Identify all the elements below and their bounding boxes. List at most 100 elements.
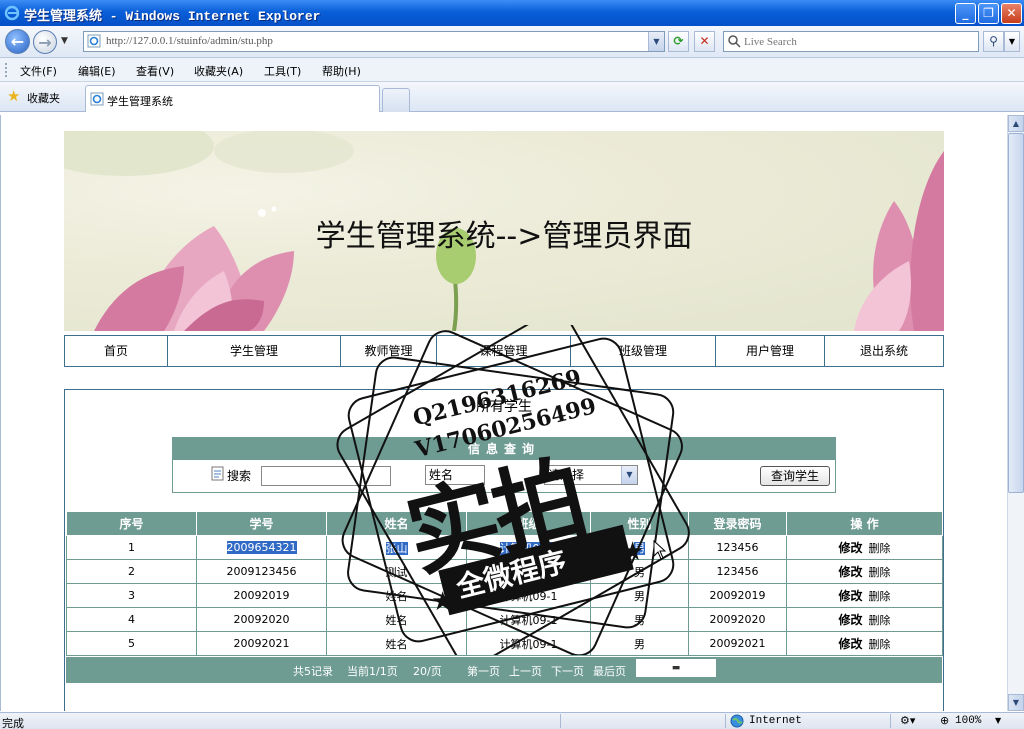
pager-next[interactable]: 下一页: [551, 663, 584, 679]
zoom-level[interactable]: 100%: [955, 715, 981, 727]
address-toolbar: ← → ▼ http://127.0.0.1/stuinfo/admin/stu…: [0, 26, 1024, 58]
close-window-button[interactable]: ✕: [1001, 3, 1022, 24]
minimize-button[interactable]: _: [955, 3, 976, 24]
cell: 2009123456: [196, 559, 327, 584]
search-options-icon[interactable]: ▼: [1004, 31, 1020, 52]
cell: 123456: [688, 559, 787, 584]
cell: 计算机09-1: [466, 583, 591, 608]
security-zone: Internet: [749, 715, 802, 727]
ie-logo-icon: [4, 5, 20, 21]
cell-selected: 男: [634, 541, 645, 555]
favorites-star-icon[interactable]: ★: [7, 89, 20, 104]
edit-link[interactable]: 修改: [838, 565, 862, 579]
address-dropdown-icon[interactable]: ▼: [648, 32, 664, 51]
vertical-scrollbar[interactable]: ▲ ▼: [1007, 115, 1024, 711]
edit-link[interactable]: 修改: [838, 637, 862, 651]
url-text[interactable]: http://127.0.0.1/stuinfo/admin/stu.php: [106, 35, 273, 47]
history-dropdown-icon[interactable]: ▼: [61, 36, 68, 46]
address-field[interactable]: http://127.0.0.1/stuinfo/admin/stu.php ▼: [83, 31, 665, 52]
menu-edit[interactable]: 编辑(E): [78, 63, 116, 79]
delete-link[interactable]: 删除: [869, 542, 891, 555]
cell: 5: [66, 631, 197, 656]
nav-teacher-management[interactable]: 教师管理: [341, 336, 437, 366]
query-student-button[interactable]: 查询学生: [760, 466, 830, 486]
col-header: 登录密码: [688, 511, 787, 536]
edit-link[interactable]: 修改: [838, 541, 862, 555]
table-row: 5 20092021 姓名 计算机09-1 男 20092021 修改 删除: [66, 631, 943, 656]
menu-view[interactable]: 查看(V): [136, 63, 174, 79]
menu-file[interactable]: 文件(F): [20, 63, 57, 79]
table-row: 2 2009123456 测试 计算机09-3 男 123456 修改 删除: [66, 559, 943, 584]
edit-link[interactable]: 修改: [838, 613, 862, 627]
col-header: 姓名: [326, 511, 467, 536]
stop-icon[interactable]: ✕: [694, 31, 715, 52]
pager-prev[interactable]: 上一页: [509, 663, 542, 679]
main-nav: 首页 学生管理 教师管理 课程管理 班级管理 用户管理 退出系统: [64, 335, 944, 367]
nav-class-management[interactable]: 班级管理: [571, 336, 716, 366]
cell: 男: [590, 535, 689, 560]
back-button[interactable]: ←: [5, 29, 30, 54]
menu-help[interactable]: 帮助(H): [322, 63, 361, 79]
zoom-icon[interactable]: ⊕: [940, 714, 949, 727]
protected-mode-icon[interactable]: ⚙▾: [900, 714, 915, 727]
refresh-icon[interactable]: ⟳: [668, 31, 689, 52]
delete-link[interactable]: 删除: [869, 590, 891, 603]
edit-link[interactable]: 修改: [838, 589, 862, 603]
page-icon: [87, 34, 101, 48]
nav-course-management[interactable]: 课程管理: [437, 336, 571, 366]
live-search-input[interactable]: [744, 34, 974, 49]
cell: 20092021: [688, 631, 787, 656]
cell: 男: [590, 631, 689, 656]
cell: 计算机09-3: [466, 559, 591, 584]
pager-total: 共5记录: [293, 665, 333, 678]
pager-first[interactable]: 第一页: [467, 663, 500, 679]
delete-link[interactable]: 删除: [869, 638, 891, 651]
cell: 姓名: [326, 607, 467, 632]
search-field-select[interactable]: 姓名: [425, 465, 485, 485]
search-go-icon[interactable]: ⚲: [983, 31, 1004, 52]
cell-selected: 张山: [385, 541, 408, 555]
new-tab-button[interactable]: [382, 88, 410, 112]
search-panel-header: 信息查询: [173, 438, 835, 460]
nav-home[interactable]: 首页: [65, 336, 168, 366]
zoom-dropdown-icon[interactable]: ▼: [995, 716, 1001, 725]
col-header: 学号: [196, 511, 327, 536]
internet-zone-icon: [730, 714, 744, 728]
tab-current[interactable]: 学生管理系统: [85, 85, 380, 112]
delete-link[interactable]: 删除: [869, 614, 891, 627]
cell: 男: [590, 607, 689, 632]
cell: 测试: [326, 559, 467, 584]
cell: 2: [66, 559, 197, 584]
content-panel: 所有学生 信息查询 搜索 姓名 请选择 ▼ 查询学生 序号 学号 姓名 班级 性…: [64, 389, 944, 711]
page-viewport: 学生管理系统-->管理员界面 首页 学生管理 教师管理 课程管理 班级管理 用户…: [0, 115, 1007, 711]
class-select[interactable]: 请选择 ▼: [544, 465, 638, 485]
menu-tools[interactable]: 工具(T): [264, 63, 301, 79]
cell: 计算机09-1: [466, 631, 591, 656]
nav-logout[interactable]: 退出系统: [825, 336, 943, 366]
nav-student-management[interactable]: 学生管理: [168, 336, 341, 366]
pager-last[interactable]: 最后页: [593, 663, 626, 679]
delete-link[interactable]: 删除: [869, 566, 891, 579]
table-row: 4 20092020 姓名 计算机09-1 男 20092020 修改 删除: [66, 607, 943, 632]
scroll-down-icon[interactable]: ▼: [1008, 694, 1024, 711]
status-separator: [560, 714, 561, 728]
search-doc-icon: [211, 466, 224, 481]
cell: 姓名: [326, 583, 467, 608]
page-jump-select[interactable]: ▬: [636, 659, 716, 677]
menu-favorites[interactable]: 收藏夹(A): [194, 63, 243, 79]
restore-button[interactable]: ❐: [978, 3, 999, 24]
cell: 男: [590, 559, 689, 584]
search-input[interactable]: [261, 466, 391, 486]
forward-button[interactable]: →: [33, 30, 57, 54]
col-header: 序号: [66, 511, 197, 536]
toolbar-grip: [5, 63, 7, 77]
scroll-up-icon[interactable]: ▲: [1008, 115, 1024, 132]
live-search-box[interactable]: [723, 31, 979, 52]
chevron-down-icon[interactable]: ▼: [621, 466, 637, 484]
cell-actions: 修改 删除: [786, 559, 943, 584]
favorites-button[interactable]: 收藏夹: [27, 90, 60, 106]
cell: 123456: [688, 535, 787, 560]
scroll-thumb[interactable]: [1008, 133, 1024, 493]
nav-user-management[interactable]: 用户管理: [716, 336, 825, 366]
pager-current: 当前1/1页: [347, 665, 398, 678]
